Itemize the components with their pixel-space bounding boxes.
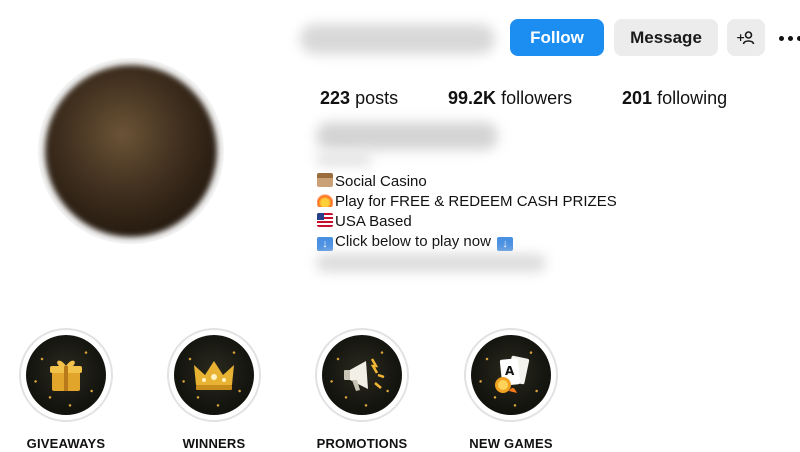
highlight-ring: A [464, 328, 558, 422]
highlight-label: PROMOTIONS [316, 436, 408, 451]
highlight-ring [19, 328, 113, 422]
profile-avatar [45, 65, 217, 237]
bio-line: Play for FREE & REDEEM CASH PRIZES [317, 192, 617, 212]
down-arrow-icon: ↓ [497, 237, 514, 251]
highlight-label: NEW GAMES [469, 436, 553, 451]
highlight-winners[interactable]: WINNERS [165, 328, 263, 451]
highlight-new-games[interactable]: A NEW GAMES [462, 328, 560, 451]
fire-icon [317, 193, 333, 207]
highlight-cover [174, 335, 254, 415]
more-icon-dot [779, 35, 784, 41]
crown-icon [194, 361, 234, 390]
follow-button[interactable]: Follow [510, 19, 604, 56]
message-button[interactable]: Message [614, 19, 718, 56]
profile-avatar-ring[interactable] [38, 58, 224, 244]
highlight-cover [26, 335, 106, 415]
bio-line: ↓ Click below to play now ↓ [317, 232, 515, 252]
us-flag-icon [317, 213, 333, 227]
more-options-button[interactable] [779, 27, 800, 49]
megaphone-icon [344, 358, 385, 391]
highlight-ring [315, 328, 409, 422]
bio-link-redacted[interactable] [316, 254, 546, 272]
add-user-icon: + [736, 31, 755, 44]
highlight-label: WINNERS [182, 436, 246, 451]
highlight-label: GIVEAWAYS [26, 436, 106, 451]
svg-text:A: A [505, 364, 515, 378]
following-link[interactable]: 201 following [622, 88, 727, 109]
followers-link[interactable]: 99.2K followers [448, 88, 572, 109]
bio-line: Social Casino [317, 172, 427, 192]
bio-line: USA Based [317, 212, 412, 232]
highlight-cover [322, 335, 402, 415]
highlight-cover: A [471, 335, 551, 415]
playing-cards-icon: A [495, 355, 530, 393]
bank-icon [317, 173, 333, 187]
suggest-user-button[interactable]: + [727, 19, 765, 56]
display-name-redacted [316, 122, 498, 150]
more-icon-dot [788, 35, 793, 41]
down-arrow-icon: ↓ [317, 237, 333, 251]
highlight-ring [167, 328, 261, 422]
posts-count: 223 posts [320, 88, 399, 108]
gift-box-icon [50, 360, 82, 391]
highlight-giveaways[interactable]: GIVEAWAYS [17, 328, 115, 451]
username-redacted [300, 24, 495, 54]
category-redacted [316, 152, 372, 166]
highlight-promotions[interactable]: PROMOTIONS [313, 328, 411, 451]
